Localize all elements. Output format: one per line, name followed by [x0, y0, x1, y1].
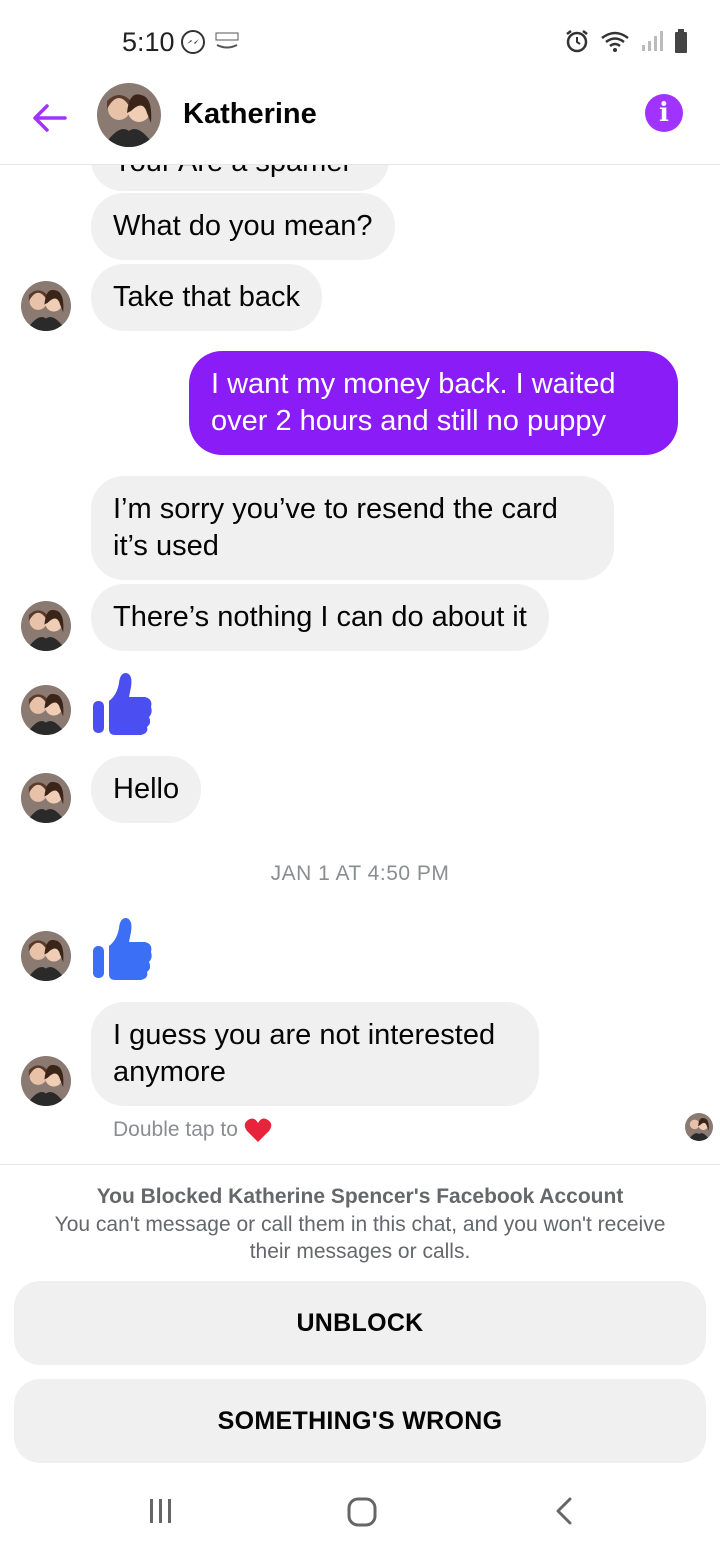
thumbs-up-icon[interactable] — [91, 916, 153, 982]
double-tap-hint: Double tap to — [113, 1117, 272, 1143]
message-list[interactable]: Your Are a spamer What do you mean? Take… — [0, 165, 720, 1163]
sender-avatar[interactable] — [21, 685, 71, 735]
message-text: Your Are a spamer — [113, 165, 352, 178]
blocked-title: You Blocked Katherine Spencer's Facebook… — [96, 1185, 624, 1208]
double-tap-text: Double tap to — [113, 1118, 238, 1141]
thumbs-up-icon[interactable] — [91, 671, 153, 737]
messenger-icon — [180, 29, 206, 60]
blocked-notice: You Blocked Katherine Spencer's Facebook… — [0, 1164, 720, 1465]
message-text: There’s nothing I can do about it — [113, 601, 527, 633]
status-time: 5:10 — [122, 27, 175, 57]
sender-avatar[interactable] — [21, 601, 71, 651]
message-text: Hello — [113, 773, 180, 805]
back-button[interactable] — [28, 96, 72, 140]
sender-avatar[interactable] — [21, 281, 71, 331]
contact-name[interactable]: Katherine — [183, 98, 317, 131]
conversation-header: Katherine i — [0, 80, 720, 165]
blocked-description: You can't message or call them in this c… — [54, 1213, 666, 1263]
contact-avatar[interactable] — [97, 83, 161, 147]
sender-avatar[interactable] — [21, 773, 71, 823]
status-bar: 5:10 — [0, 0, 720, 80]
message-bubble[interactable]: Your Are a spamer — [91, 165, 389, 191]
message-text: What do you mean? — [113, 210, 373, 242]
recent-apps-icon[interactable] — [146, 1496, 176, 1531]
unblock-button[interactable]: UNBLOCK — [14, 1281, 706, 1365]
info-icon: i — [659, 98, 669, 128]
sender-avatar[interactable] — [21, 931, 71, 981]
sender-avatar[interactable] — [21, 1056, 71, 1106]
message-bubble[interactable]: Take that back — [91, 264, 322, 331]
message-bubble[interactable]: Hello — [91, 756, 202, 823]
system-navigation-bar — [0, 1464, 720, 1560]
info-button[interactable]: i — [645, 94, 683, 132]
message-bubble[interactable]: I guess you are not interested anymore — [91, 1002, 539, 1106]
message-text: I’m sorry you’ve to resend the card it’s… — [113, 493, 558, 562]
home-icon[interactable] — [346, 1496, 378, 1533]
signal-icon — [640, 29, 664, 58]
message-bubble[interactable]: I’m sorry you’ve to resend the card it’s… — [91, 476, 614, 580]
battery-icon — [674, 28, 688, 59]
back-arrow-icon — [33, 104, 67, 132]
message-text: Take that back — [113, 281, 300, 313]
something-wrong-button[interactable]: SOMETHING'S WRONG — [14, 1379, 706, 1463]
amazon-icon — [214, 31, 240, 56]
read-receipt-avatar — [685, 1113, 713, 1141]
message-text: I guess you are not interested anymore — [113, 1019, 496, 1088]
message-bubble[interactable]: What do you mean? — [91, 193, 395, 260]
message-text: I want my money back. I waited over 2 ho… — [211, 368, 616, 437]
message-bubble-outgoing[interactable]: I want my money back. I waited over 2 ho… — [189, 351, 678, 455]
message-bubble[interactable]: There’s nothing I can do about it — [91, 584, 549, 651]
wifi-icon — [600, 29, 630, 58]
message-timestamp: JAN 1 AT 4:50 PM — [270, 862, 450, 885]
alarm-icon — [564, 28, 590, 59]
back-icon[interactable] — [552, 1496, 576, 1531]
heart-icon — [244, 1118, 272, 1142]
